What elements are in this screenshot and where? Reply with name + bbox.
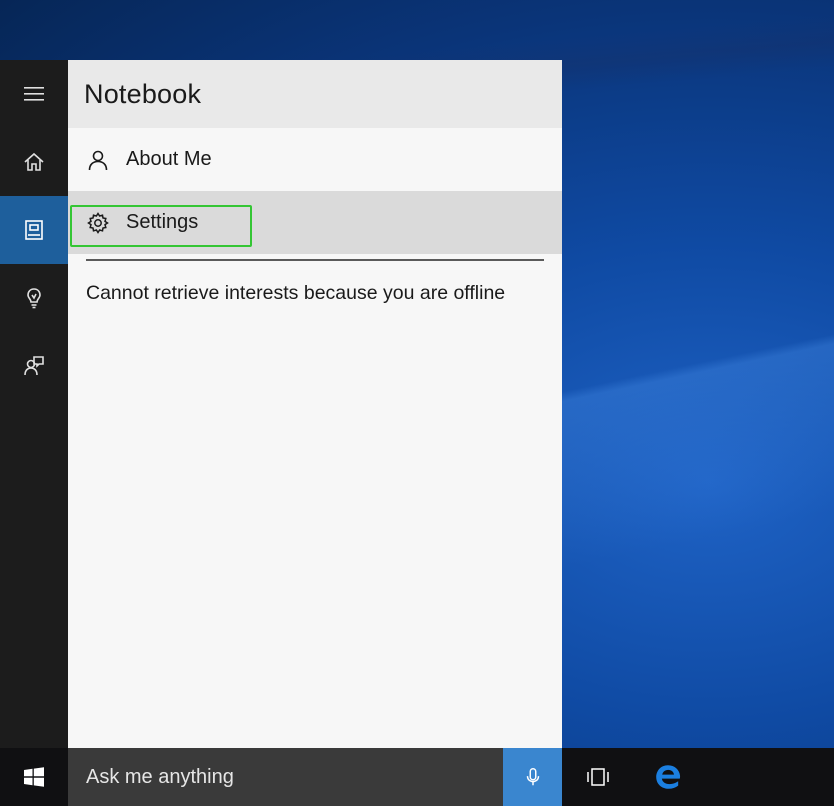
person-icon xyxy=(86,148,110,172)
edge-icon xyxy=(656,765,681,789)
hamburger-icon xyxy=(24,87,44,101)
task-view-icon xyxy=(587,768,609,786)
notebook-panel: Notebook About Me Settings Cannot retrie… xyxy=(68,60,562,748)
panel-header: Notebook xyxy=(68,60,562,128)
windows-start-icon xyxy=(24,767,44,787)
microphone-button[interactable] xyxy=(503,748,562,806)
task-view-button[interactable] xyxy=(568,748,628,806)
cortana-nav-rail xyxy=(0,60,68,748)
microphone-icon xyxy=(526,768,539,786)
offline-message: Cannot retrieve interests because you ar… xyxy=(86,282,506,304)
menu-item-about-me[interactable]: About Me xyxy=(68,128,562,191)
feedback-icon xyxy=(24,356,44,376)
lightbulb-icon xyxy=(27,288,41,309)
edge-browser-button[interactable] xyxy=(638,748,698,806)
notebook-button[interactable] xyxy=(0,196,68,264)
divider xyxy=(86,259,544,261)
feedback-button[interactable] xyxy=(0,332,68,400)
notebook-icon xyxy=(25,220,43,240)
menu-item-label: About Me xyxy=(126,148,212,170)
search-input[interactable]: Ask me anything xyxy=(68,748,503,806)
page-title: Notebook xyxy=(84,78,202,109)
settings-highlight-box xyxy=(70,205,252,247)
reminders-button[interactable] xyxy=(0,264,68,332)
home-icon xyxy=(24,152,44,171)
start-button[interactable] xyxy=(0,748,68,806)
home-button[interactable] xyxy=(0,128,68,196)
search-placeholder: Ask me anything xyxy=(86,765,234,788)
hamburger-menu-button[interactable] xyxy=(0,60,68,128)
taskbar: Ask me anything xyxy=(0,748,834,806)
